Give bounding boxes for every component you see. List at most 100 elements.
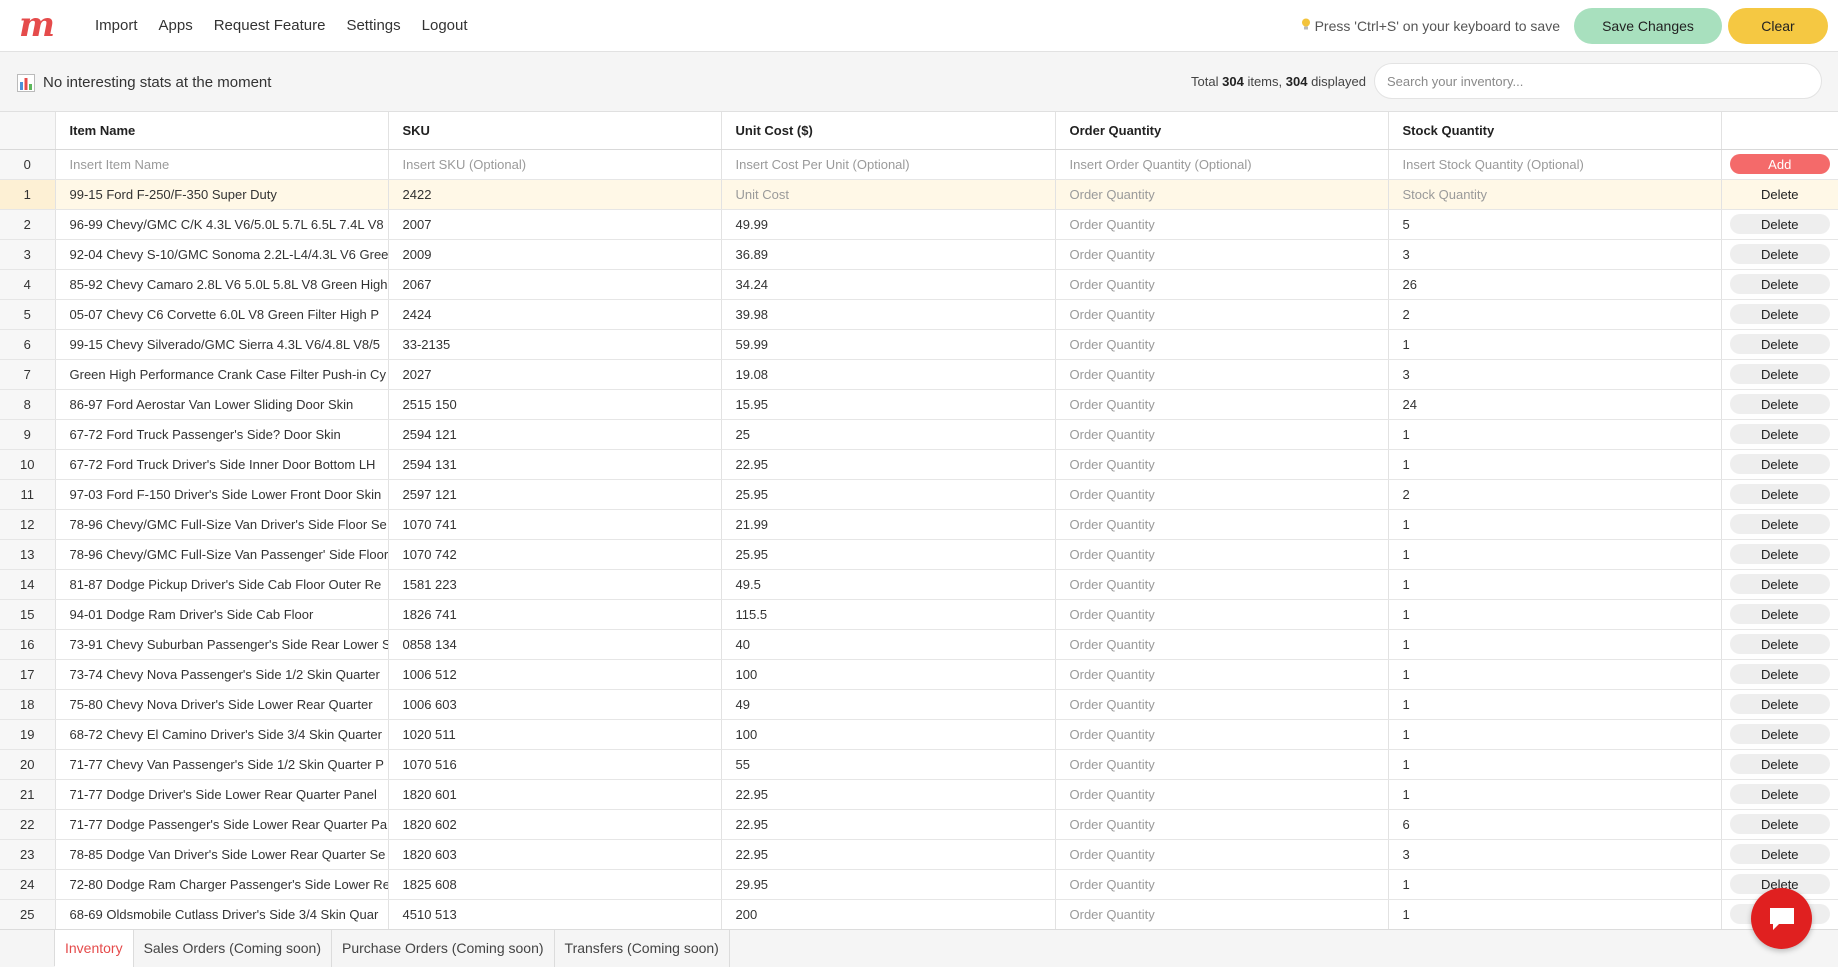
sku-cell[interactable]: 1581 223 <box>388 569 722 600</box>
delete-row-button[interactable]: Delete <box>1729 364 1830 384</box>
stock-quantity-cell[interactable]: 24 <box>1388 389 1722 420</box>
delete-row-button[interactable]: Delete <box>1729 574 1830 594</box>
item-name-cell[interactable]: 75-80 Chevy Nova Driver's Side Lower Rea… <box>55 689 389 720</box>
sku-cell[interactable]: 33-2135 <box>388 329 722 360</box>
stock-quantity-cell[interactable]: 2 <box>1388 299 1722 330</box>
item-name-cell[interactable]: 78-85 Dodge Van Driver's Side Lower Rear… <box>55 839 389 870</box>
order-quantity-cell[interactable]: Order Quantity <box>1055 389 1389 420</box>
item-name-cell[interactable]: 68-69 Oldsmobile Cutlass Driver's Side 3… <box>55 899 389 929</box>
delete-row-button[interactable]: Delete <box>1729 214 1830 234</box>
unit-cost-cell[interactable]: 34.24 <box>721 269 1056 300</box>
unit-cost-cell[interactable]: 15.95 <box>721 389 1056 420</box>
delete-row-button[interactable]: Delete <box>1729 694 1830 714</box>
unit-cost-cell[interactable]: 49 <box>721 689 1056 720</box>
order-quantity-cell[interactable]: Order Quantity <box>1055 719 1389 750</box>
unit-cost-cell[interactable]: 55 <box>721 749 1056 780</box>
stock-quantity-cell[interactable]: 3 <box>1388 239 1722 270</box>
unit-cost-cell[interactable]: 25.95 <box>721 539 1056 570</box>
nav-import[interactable]: Import <box>95 17 138 34</box>
unit-cost-cell[interactable]: 22.95 <box>721 839 1056 870</box>
unit-cost-cell[interactable]: 40 <box>721 629 1056 660</box>
add-item-button[interactable]: Add <box>1729 154 1830 174</box>
sku-cell[interactable]: 2424 <box>388 299 722 330</box>
stock-quantity-cell[interactable]: 26 <box>1388 269 1722 300</box>
order-quantity-cell[interactable]: Order Quantity <box>1055 509 1389 540</box>
sku-cell[interactable]: 2007 <box>388 209 722 240</box>
unit-cost-cell[interactable]: 25 <box>721 419 1056 450</box>
sku-cell[interactable]: 2422 <box>388 179 722 210</box>
order-quantity-cell[interactable]: Order Quantity <box>1055 209 1389 240</box>
stock-quantity-cell[interactable]: 1 <box>1388 419 1722 450</box>
item-name-cell[interactable]: 99-15 Ford F-250/F-350 Super Duty <box>55 179 389 210</box>
order-quantity-cell[interactable]: Order Quantity <box>1055 359 1389 390</box>
stock-quantity-cell[interactable]: 1 <box>1388 899 1722 929</box>
insert-item-name-field[interactable]: Insert Item Name <box>55 149 389 180</box>
order-quantity-cell[interactable]: Order Quantity <box>1055 179 1389 210</box>
order-quantity-cell[interactable]: Order Quantity <box>1055 329 1389 360</box>
order-quantity-cell[interactable]: Order Quantity <box>1055 869 1389 900</box>
order-quantity-cell[interactable]: Order Quantity <box>1055 569 1389 600</box>
column-header-unit-cost[interactable]: Unit Cost ($) <box>721 112 1056 150</box>
sku-cell[interactable]: 4510 513 <box>388 899 722 929</box>
sku-cell[interactable]: 1020 511 <box>388 719 722 750</box>
item-name-cell[interactable]: 94-01 Dodge Ram Driver's Side Cab Floor <box>55 599 389 630</box>
sku-cell[interactable]: 1826 741 <box>388 599 722 630</box>
item-name-cell[interactable]: 99-15 Chevy Silverado/GMC Sierra 4.3L V6… <box>55 329 389 360</box>
delete-row-button[interactable]: Delete <box>1729 484 1830 504</box>
stock-quantity-cell[interactable]: 1 <box>1388 779 1722 810</box>
unit-cost-cell[interactable]: 39.98 <box>721 299 1056 330</box>
stock-quantity-cell[interactable]: 2 <box>1388 479 1722 510</box>
delete-row-button[interactable]: Delete <box>1729 274 1830 294</box>
delete-row-button[interactable]: Delete <box>1729 754 1830 774</box>
search-input[interactable] <box>1374 63 1822 99</box>
unit-cost-cell[interactable]: 22.95 <box>721 449 1056 480</box>
sku-cell[interactable]: 2515 150 <box>388 389 722 420</box>
unit-cost-cell[interactable]: 19.08 <box>721 359 1056 390</box>
unit-cost-cell[interactable]: 22.95 <box>721 779 1056 810</box>
stock-quantity-cell[interactable]: 1 <box>1388 659 1722 690</box>
delete-row-button[interactable]: Delete <box>1730 184 1830 204</box>
stock-quantity-cell[interactable]: 1 <box>1388 689 1722 720</box>
delete-row-button[interactable]: Delete <box>1729 724 1830 744</box>
item-name-cell[interactable]: 78-96 Chevy/GMC Full-Size Van Driver's S… <box>55 509 389 540</box>
unit-cost-cell[interactable]: 59.99 <box>721 329 1056 360</box>
item-name-cell[interactable]: 73-74 Chevy Nova Passenger's Side 1/2 Sk… <box>55 659 389 690</box>
order-quantity-cell[interactable]: Order Quantity <box>1055 809 1389 840</box>
sku-cell[interactable]: 2067 <box>388 269 722 300</box>
sku-cell[interactable]: 2027 <box>388 359 722 390</box>
insert-sku-field[interactable]: Insert SKU (Optional) <box>388 149 722 180</box>
delete-row-button[interactable]: Delete <box>1729 814 1830 834</box>
item-name-cell[interactable]: 81-87 Dodge Pickup Driver's Side Cab Flo… <box>55 569 389 600</box>
sku-cell[interactable]: 1006 603 <box>388 689 722 720</box>
delete-row-button[interactable]: Delete <box>1729 844 1830 864</box>
order-quantity-cell[interactable]: Order Quantity <box>1055 629 1389 660</box>
sku-cell[interactable]: 2009 <box>388 239 722 270</box>
stock-quantity-cell[interactable]: 1 <box>1388 599 1722 630</box>
unit-cost-cell[interactable]: 200 <box>721 899 1056 929</box>
tab-sales-orders[interactable]: Sales Orders (Coming soon) <box>134 930 332 967</box>
unit-cost-cell[interactable]: 49.5 <box>721 569 1056 600</box>
unit-cost-cell[interactable]: Unit Cost <box>721 179 1056 210</box>
delete-row-button[interactable]: Delete <box>1729 784 1830 804</box>
item-name-cell[interactable]: 05-07 Chevy C6 Corvette 6.0L V8 Green Fi… <box>55 299 389 330</box>
column-header-item-name[interactable]: Item Name <box>55 112 389 150</box>
unit-cost-cell[interactable]: 49.99 <box>721 209 1056 240</box>
item-name-cell[interactable]: 67-72 Ford Truck Driver's Side Inner Doo… <box>55 449 389 480</box>
order-quantity-cell[interactable]: Order Quantity <box>1055 449 1389 480</box>
stock-quantity-cell[interactable]: 1 <box>1388 719 1722 750</box>
order-quantity-cell[interactable]: Order Quantity <box>1055 749 1389 780</box>
stock-quantity-cell[interactable]: 1 <box>1388 509 1722 540</box>
nav-logout[interactable]: Logout <box>422 17 468 34</box>
unit-cost-cell[interactable]: 21.99 <box>721 509 1056 540</box>
sku-cell[interactable]: 2597 121 <box>388 479 722 510</box>
unit-cost-cell[interactable]: 22.95 <box>721 809 1056 840</box>
item-name-cell[interactable]: 73-91 Chevy Suburban Passenger's Side Re… <box>55 629 389 660</box>
item-name-cell[interactable]: 67-72 Ford Truck Passenger's Side? Door … <box>55 419 389 450</box>
item-name-cell[interactable]: 86-97 Ford Aerostar Van Lower Sliding Do… <box>55 389 389 420</box>
unit-cost-cell[interactable]: 100 <box>721 719 1056 750</box>
sku-cell[interactable]: 1070 516 <box>388 749 722 780</box>
sku-cell[interactable]: 2594 121 <box>388 419 722 450</box>
chat-widget-button[interactable] <box>1751 888 1812 949</box>
insert-cost-field[interactable]: Insert Cost Per Unit (Optional) <box>721 149 1056 180</box>
stock-quantity-cell[interactable]: 1 <box>1388 869 1722 900</box>
